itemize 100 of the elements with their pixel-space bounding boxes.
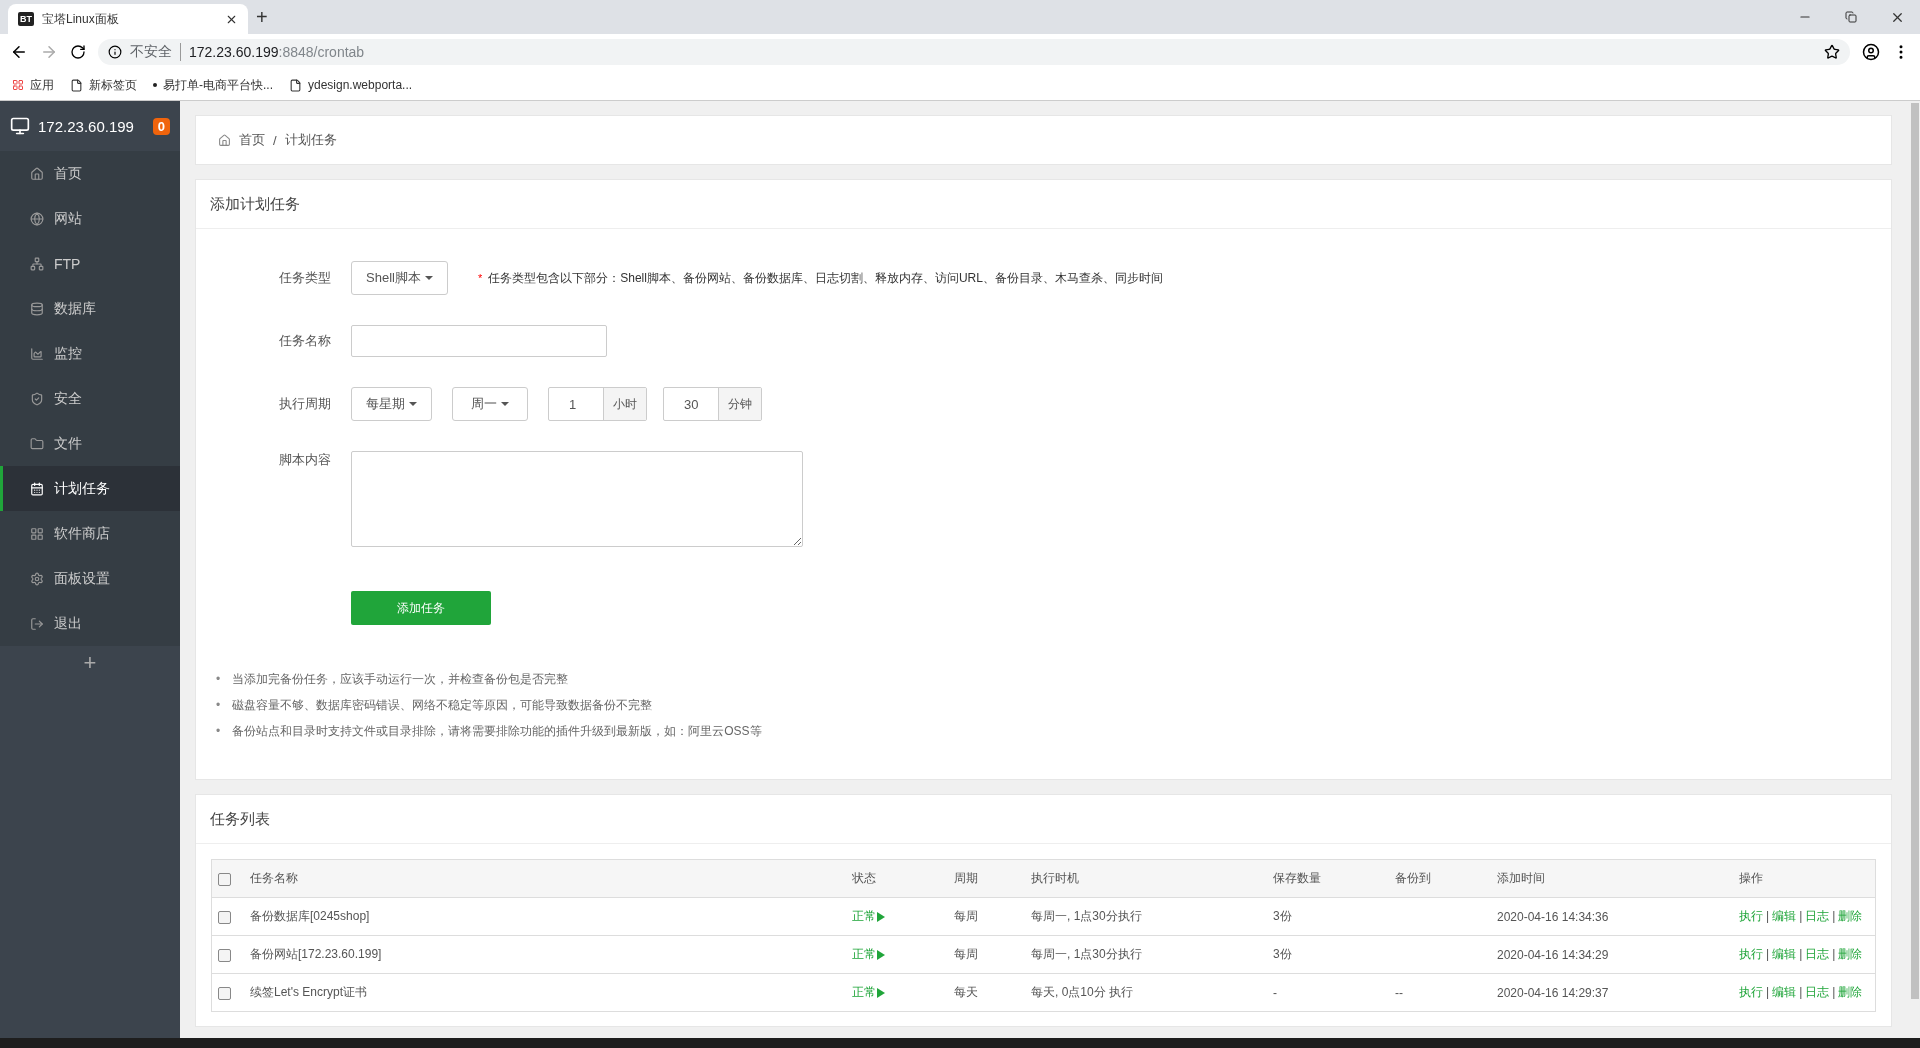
sidebar-item[interactable]: 软件商店 <box>0 511 180 556</box>
column-header: 保存数量 <box>1267 859 1389 898</box>
column-header: 状态 <box>846 859 948 898</box>
link-separator: | <box>1832 947 1836 961</box>
star-icon[interactable] <box>1824 44 1840 60</box>
logout-icon <box>30 616 44 631</box>
info-icon <box>108 45 122 59</box>
forward-icon[interactable] <box>40 43 58 61</box>
tip-text: 当添加完备份任务，应该手动运行一次，并检查备份包是否完整 <box>232 671 569 687</box>
table-cell: 每周一, 1点30分执行 <box>1025 897 1267 936</box>
task-type-dropdown[interactable]: Shell脚本 <box>351 261 448 295</box>
minute-field[interactable]: 30 分钟 <box>663 387 762 421</box>
table-cell: 2020-04-16 14:34:36 <box>1491 897 1733 936</box>
field-label: 执行周期 <box>278 395 331 413</box>
browser-tab[interactable]: BT 宝塔Linux面板 <box>8 4 248 34</box>
checkbox[interactable] <box>218 986 231 1000</box>
bullet: • <box>216 723 221 739</box>
table-cell: 3份 <box>1267 935 1389 974</box>
security-label: 不安全 <box>130 43 181 61</box>
add-button[interactable]: + <box>83 650 97 676</box>
table-cell: 每周 <box>948 897 1025 936</box>
table-cell: 备份数据库[0245shop] <box>244 897 846 936</box>
checkbox[interactable] <box>218 948 231 962</box>
profile-icon[interactable] <box>1862 43 1880 61</box>
link-separator: | <box>1766 947 1770 961</box>
sidebar-item[interactable]: 安全 <box>0 376 180 421</box>
sidebar-item[interactable]: 计划任务 <box>0 466 180 511</box>
column-header: 备份到 <box>1389 859 1491 898</box>
link-separator: | <box>1799 947 1803 961</box>
bookmark[interactable]: 新标签页 <box>70 76 137 94</box>
column-header: 添加时间 <box>1491 859 1733 898</box>
notification-badge: 0 <box>152 117 170 135</box>
address-bar[interactable]: 不安全 172.23.60.199:8848/crontab <box>98 39 1850 65</box>
bullet: • <box>216 697 221 713</box>
table-cell: 备份网站[172.23.60.199] <box>244 935 846 974</box>
period-dropdown[interactable]: 每星期 <box>351 387 432 421</box>
table-cell: 每天, 0点10分 执行 <box>1025 973 1267 1012</box>
table-cell: 每周一, 1点30分执行 <box>1025 935 1267 974</box>
restore-icon <box>1845 11 1857 23</box>
link-separator: | <box>1832 909 1836 923</box>
database-icon <box>30 301 44 316</box>
tip-text: 磁盘容量不够、数据库密码错误、网络不稳定等原因，可能导致数据备份不完整 <box>232 697 653 713</box>
table-cell: 每周 <box>948 935 1025 974</box>
table-cell: 3份 <box>1267 897 1389 936</box>
script-field[interactable] <box>351 451 803 547</box>
status-label: 正常 <box>852 946 885 963</box>
new-tab-button[interactable]: + <box>256 5 268 29</box>
sidebar-item[interactable]: 监控 <box>0 331 180 376</box>
table-cell: -- <box>1389 973 1491 1012</box>
play-icon <box>877 949 885 960</box>
link-separator: | <box>1766 909 1770 923</box>
field-label: 任务类型 <box>278 269 331 287</box>
sidebar-item[interactable]: 文件 <box>0 421 180 466</box>
breadcrumb-item: 计划任务 <box>284 131 337 149</box>
bookmark[interactable]: 应用 <box>12 76 54 94</box>
column-header: 操作 <box>1733 859 1876 898</box>
card-title: 添加计划任务 <box>196 180 1891 229</box>
sidebar-item[interactable]: 首页 <box>0 151 180 196</box>
checkbox[interactable] <box>218 910 231 924</box>
table-cell: 2020-04-16 14:34:29 <box>1491 935 1733 974</box>
grid-icon <box>30 526 44 541</box>
checkbox[interactable] <box>218 872 231 886</box>
sidebar-item[interactable]: 数据库 <box>0 286 180 331</box>
settings-icon <box>30 571 44 586</box>
breadcrumb-item[interactable]: 首页 <box>239 131 265 149</box>
hour-field[interactable]: 1 小时 <box>548 387 647 421</box>
home-icon <box>218 133 231 147</box>
reload-icon[interactable] <box>70 44 86 60</box>
link-separator: | <box>1832 985 1836 999</box>
task-type-note: * 任务类型包含以下部分：Shell脚本、备份网站、备份数据库、日志切割、释放内存、访问URL、备份目录、木马查杀、同步时间 <box>477 269 1163 287</box>
home-icon <box>30 166 44 181</box>
scrollbar[interactable] <box>1910 101 1920 1038</box>
bookmark[interactable]: ydesign.webporta... <box>289 78 413 92</box>
globe-icon <box>30 211 44 226</box>
weekday-dropdown[interactable]: 周一 <box>452 387 528 421</box>
site-logo: BT <box>18 12 34 26</box>
table-cell: 2020-04-16 14:29:37 <box>1491 973 1733 1012</box>
back-icon[interactable] <box>10 43 28 61</box>
page-icon <box>289 78 302 92</box>
column-header: 周期 <box>948 859 1025 898</box>
link-separator: | <box>1799 985 1803 999</box>
table-cell: 每天 <box>948 973 1025 1012</box>
bullet: • <box>216 671 221 687</box>
status-label: 正常 <box>852 908 885 925</box>
url-host: 172.23.60.199:8848/crontab <box>189 44 365 60</box>
server-host: 172.23.60.199 <box>38 117 134 135</box>
apps-grid-icon <box>12 79 24 91</box>
column-header: 任务名称 <box>244 859 846 898</box>
monitor-icon <box>10 116 30 136</box>
shield-icon <box>30 391 44 406</box>
sidebar-item[interactable]: 面板设置 <box>0 556 180 601</box>
tip-text: 备份站点和目录时支持文件或目录排除，请将需要排除功能的插件升级到最新版，如：阿里云OSS等 <box>232 723 762 739</box>
sidebar-item[interactable]: FTP <box>0 241 180 286</box>
bookmark[interactable]: 易打单-电商平台快... <box>153 76 273 94</box>
network-icon <box>30 256 44 271</box>
calendar-icon <box>30 481 44 496</box>
sidebar-item[interactable]: 退出 <box>0 601 180 646</box>
task-name-field[interactable] <box>351 325 607 357</box>
sidebar-item[interactable]: 网站 <box>0 196 180 241</box>
play-icon <box>877 911 885 922</box>
